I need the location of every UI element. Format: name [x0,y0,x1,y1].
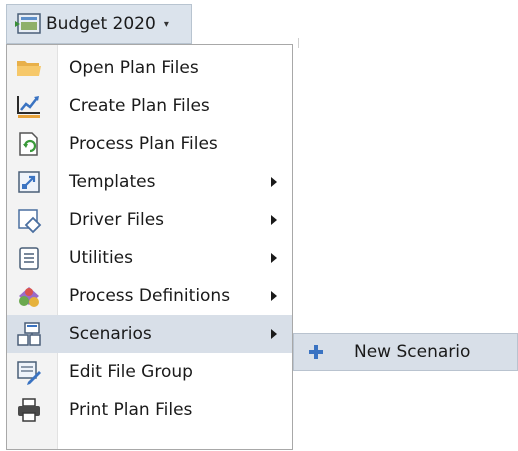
menu-item-print-plan-files[interactable]: Print Plan Files [7,391,292,429]
dropdown-label: Budget 2020 [46,14,156,34]
menu-item-open-plan-files[interactable]: Open Plan Files [7,49,292,87]
plan-budget-icon [14,11,42,37]
templates-icon [15,168,43,196]
menu-item-scenarios[interactable]: Scenarios [7,315,292,353]
background-divider [298,38,299,48]
create-chart-icon [15,92,43,120]
menu-item-label: Print Plan Files [69,400,193,420]
printer-icon [15,396,43,424]
menu-item-driver-files[interactable]: Driver Files [7,201,292,239]
submenu-arrow-icon [271,291,277,301]
menu-item-label: Driver Files [69,210,165,230]
process-file-icon [15,130,43,158]
budget-dropdown-button[interactable]: Budget 2020 ▾ [6,4,192,44]
menu-item-utilities[interactable]: Utilities [7,239,292,277]
menu-item-label: Open Plan Files [69,58,199,78]
menu-item-label: Create Plan Files [69,96,210,116]
chevron-down-icon: ▾ [163,18,169,30]
menu-item-templates[interactable]: Templates [7,163,292,201]
menu-item-label: Process Plan Files [69,134,218,154]
submenu-arrow-icon [271,253,277,263]
submenu-arrow-icon [271,215,277,225]
submenu-arrow-icon [271,177,277,187]
plus-icon [308,344,324,360]
menu-item-label: Process Definitions [69,286,231,306]
submenu-item-label: New Scenario [354,342,471,362]
scenarios-icon [15,320,43,348]
edit-file-group-icon [15,358,43,386]
submenu-arrow-icon [271,329,277,339]
menu-item-label: Edit File Group [69,362,193,382]
menu-item-label: Utilities [69,248,133,268]
menu-item-process-definitions[interactable]: Process Definitions [7,277,292,315]
menu-item-process-plan-files[interactable]: Process Plan Files [7,125,292,163]
menu-item-create-plan-files[interactable]: Create Plan Files [7,87,292,125]
process-definitions-icon [15,282,43,310]
scenarios-submenu: New Scenario [293,333,518,371]
plan-files-menu: Open Plan Files Create Plan Files Proces… [6,44,293,450]
utilities-icon [15,244,43,272]
folder-icon [15,54,43,82]
driver-files-icon [15,206,43,234]
submenu-item-new-scenario[interactable]: New Scenario [294,334,517,370]
menu-item-label: Templates [69,172,156,192]
menu-item-label: Scenarios [69,324,152,344]
menu-item-edit-file-group[interactable]: Edit File Group [7,353,292,391]
